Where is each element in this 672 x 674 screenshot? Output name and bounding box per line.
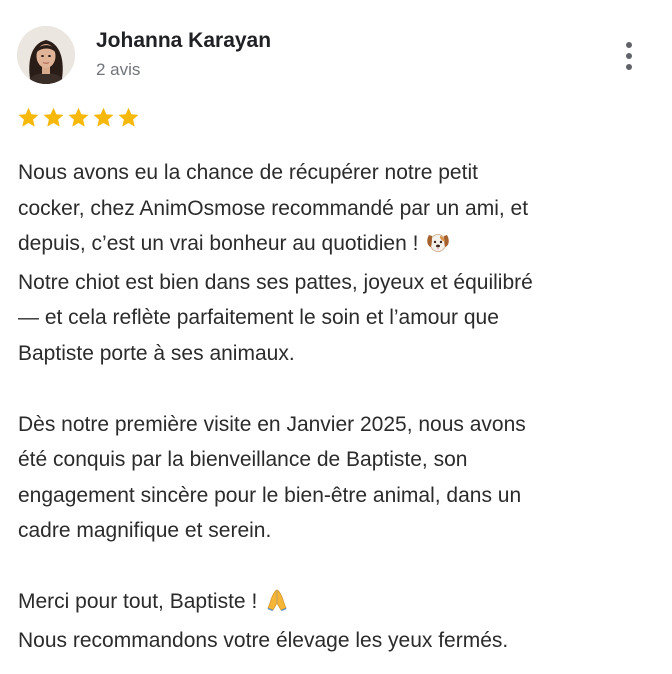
review-line: Nous avons eu la chance de récupérer not… <box>18 161 478 184</box>
author-name[interactable]: Johanna Karayan <box>96 29 271 53</box>
review-line: engagement sincère pour le bien-être ani… <box>18 483 522 507</box>
review-line: Nous recommandons votre élevage les yeux… <box>18 628 509 652</box>
review-text: Nous avons eu la chance de récupérer not… <box>18 155 658 658</box>
review-line: Baptiste porte à ses animaux. <box>18 341 295 365</box>
review-line: cocker, chez AnimOsmose recommandé par u… <box>18 196 529 220</box>
folded-hands-emoji-icon <box>265 587 289 623</box>
star-icon <box>68 107 89 127</box>
review-line: Merci pour tout, Baptiste ! <box>18 584 658 623</box>
more-vertical-icon-dot <box>626 64 632 70</box>
review-card: Johanna Karayan 2 avis Nous avons eu la … <box>0 0 672 674</box>
star-icon <box>118 107 139 127</box>
review-line-text: depuis, c’est un vrai bonheur au quotidi… <box>18 232 419 255</box>
dog-face-emoji-icon <box>426 229 450 265</box>
more-vertical-icon-dot <box>626 42 632 48</box>
star-rating <box>17 106 140 129</box>
review-line: — et cela reflète parfaitement le soin e… <box>18 306 499 329</box>
star-icon <box>43 107 64 127</box>
star-icon <box>18 107 39 127</box>
author-review-count: 2 avis <box>96 60 141 79</box>
review-line: Dès notre première visite en Janvier 202… <box>18 412 526 436</box>
review-line: depuis, c’est un vrai bonheur au quotidi… <box>18 226 658 265</box>
review-line: cadre magnifique et serein. <box>18 519 272 542</box>
review-line: été conquis par la bienveillance de Bapt… <box>18 448 468 471</box>
more-options-button[interactable] <box>612 36 646 76</box>
more-vertical-icon-dot <box>626 53 632 59</box>
review-line: Notre chiot est bien dans ses pattes, jo… <box>18 270 533 294</box>
author-avatar[interactable] <box>17 26 75 84</box>
avatar-photo <box>17 26 75 84</box>
star-icon <box>93 107 114 127</box>
review-line-text: Merci pour tout, Baptiste ! <box>18 590 258 613</box>
